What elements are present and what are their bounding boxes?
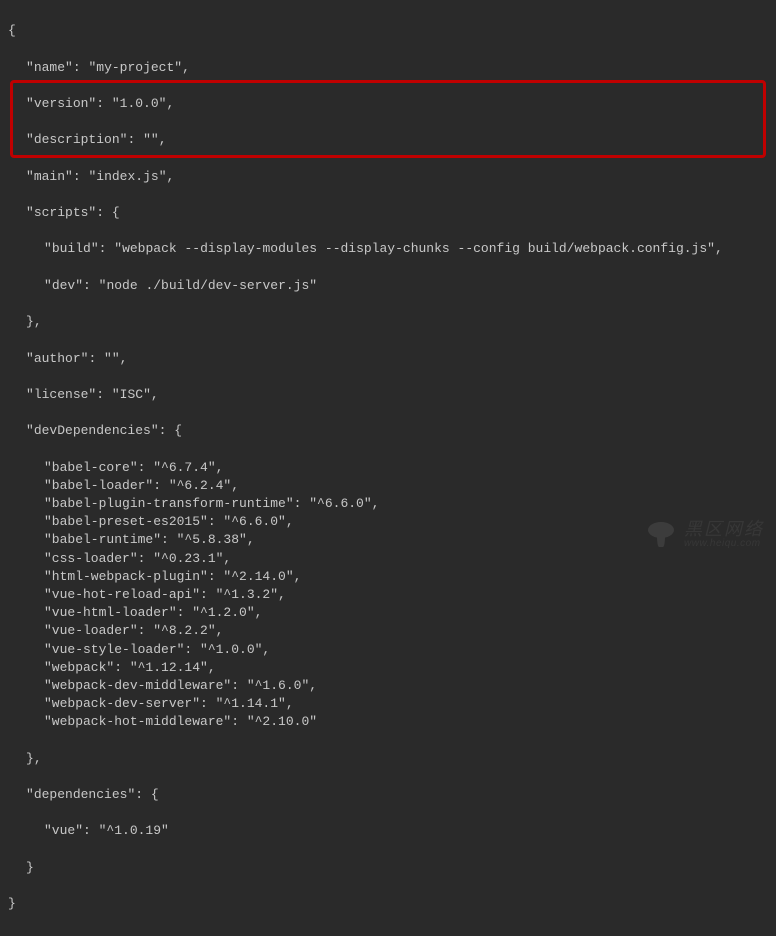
devdeps-line: "vue-style-loader": "^1.0.0", [8,641,768,659]
json-line-scripts-open: "scripts": { [8,204,768,222]
json-line-scripts-close: }, [8,313,768,331]
json-line-scripts-dev: "dev": "node ./build/dev-server.js" [8,277,768,295]
devdeps-line: "html-webpack-plugin": "^2.14.0", [8,568,768,586]
json-line-scripts-build: "build": "webpack --display-modules --di… [8,240,768,258]
devdeps-line: "babel-plugin-transform-runtime": "^6.6.… [8,495,768,513]
devdeps-line: "babel-core": "^6.7.4", [8,459,768,477]
json-line-description: "description": "", [8,131,768,149]
devdeps-line: "css-loader": "^0.23.1", [8,550,768,568]
json-line-devdeps-open: "devDependencies": { [8,422,768,440]
json-line-deps-open: "dependencies": { [8,786,768,804]
json-line-license: "license": "ISC", [8,386,768,404]
json-line-deps-close: } [8,859,768,877]
code-block: { "name": "my-project", "version": "1.0.… [0,0,776,936]
devdeps-line: "webpack": "^1.12.14", [8,659,768,677]
json-line-main: "main": "index.js", [8,168,768,186]
json-close: } [8,895,768,913]
devdeps-line: "babel-loader": "^6.2.4", [8,477,768,495]
json-line-version: "version": "1.0.0", [8,95,768,113]
devdeps-line: "webpack-hot-middleware": "^2.10.0" [8,713,768,731]
devdeps-line: "webpack-dev-server": "^1.14.1", [8,695,768,713]
watermark: 黑区网络 www.heiqu.com [646,520,764,549]
json-line-devdeps-close: }, [8,750,768,768]
watermark-title: 黑区网络 [684,520,764,539]
json-line-author: "author": "", [8,350,768,368]
json-open: { [8,22,768,40]
watermark-url: www.heiqu.com [684,539,764,550]
json-line-name: "name": "my-project", [8,59,768,77]
deps-line: "vue": "^1.0.19" [8,822,768,840]
devdeps-line: "webpack-dev-middleware": "^1.6.0", [8,677,768,695]
devdeps-line: "vue-loader": "^8.2.2", [8,622,768,640]
devdeps-line: "vue-html-loader": "^1.2.0", [8,604,768,622]
mushroom-icon [646,520,676,548]
devdeps-line: "vue-hot-reload-api": "^1.3.2", [8,586,768,604]
